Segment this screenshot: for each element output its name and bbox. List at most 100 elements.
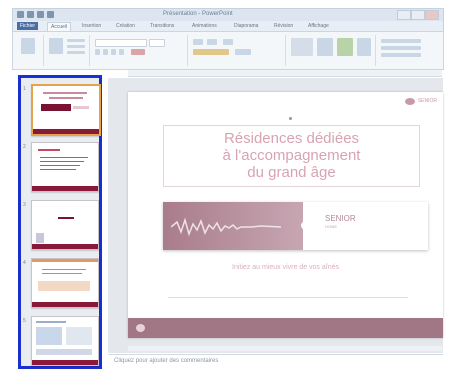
slide-editor: SENIOR Résidences dédiées à l'accompagne… <box>108 78 443 353</box>
horizontal-scrollbar[interactable] <box>128 346 442 351</box>
undo-icon[interactable] <box>27 11 34 18</box>
new-slide-icon[interactable] <box>49 38 63 54</box>
underline-icon[interactable] <box>111 49 116 55</box>
waveform-graphic <box>171 217 281 237</box>
section-icon[interactable] <box>67 51 85 54</box>
slide-thumbnail-2[interactable] <box>31 142 99 192</box>
thumb-text-line <box>40 161 84 162</box>
shapes-icon[interactable] <box>291 38 313 56</box>
clipboard-group <box>15 35 44 66</box>
save-icon[interactable] <box>17 11 24 18</box>
thumb-table <box>36 349 92 355</box>
slide-subtitle[interactable]: Initiez au mieux vivre de vos aînés <box>128 264 443 271</box>
thumb-text-line <box>40 157 88 158</box>
arrange-icon[interactable] <box>317 38 333 56</box>
thumb-footer-bar <box>32 186 98 191</box>
bullets-icon[interactable] <box>193 39 203 45</box>
maximize-button[interactable] <box>411 10 425 20</box>
tab-transitions[interactable]: Transitions <box>147 22 177 30</box>
tab-file[interactable]: Fichier <box>17 22 39 30</box>
thumb-heading-line <box>58 217 74 219</box>
quick-styles-icon[interactable] <box>337 38 353 56</box>
font-group <box>91 35 188 66</box>
notes-pane[interactable]: Cliquez pour ajouter des commentaires <box>108 354 443 369</box>
align-icon[interactable] <box>193 49 229 55</box>
slide-logo: SENIOR <box>404 98 437 105</box>
band-brand-sub: HOME <box>325 224 337 229</box>
minimize-button[interactable] <box>397 10 411 20</box>
slide-thumbnail-3[interactable] <box>31 200 99 250</box>
title-line-3: du grand âge <box>247 164 336 181</box>
paste-icon[interactable] <box>21 38 35 54</box>
band-brand-name: SENIOR <box>325 214 356 223</box>
columns-icon[interactable] <box>235 49 251 55</box>
thumb-band <box>41 104 71 111</box>
placeholder-handle <box>289 117 292 120</box>
font-size-select[interactable] <box>149 39 165 47</box>
ribbon <box>12 31 444 70</box>
thumb-box <box>38 281 90 291</box>
tab-animations[interactable]: Animations <box>189 22 220 30</box>
thumb-text-line <box>42 273 82 274</box>
tab-home[interactable]: Accueil <box>47 22 72 31</box>
numbering-icon[interactable] <box>207 39 217 45</box>
tab-design[interactable]: Création <box>113 22 138 30</box>
slides-group <box>45 35 90 66</box>
thumb-brand <box>73 106 89 109</box>
italic-icon[interactable] <box>103 49 108 55</box>
ribbon-tabs: Fichier Accueil Insertion Création Trans… <box>12 21 444 31</box>
title-placeholder[interactable]: Résidences dédiées à l'accompagnement du… <box>163 125 420 187</box>
current-slide: SENIOR Résidences dédiées à l'accompagne… <box>128 92 443 338</box>
thumb-letter-mark <box>36 233 44 243</box>
drawing-group <box>287 35 376 66</box>
paragraph-group <box>189 35 286 66</box>
tab-view[interactable]: Affichage <box>305 22 332 30</box>
title-bar: Présentation - PowerPoint <box>12 8 444 22</box>
replace-icon[interactable] <box>381 46 421 50</box>
tab-slideshow[interactable]: Diaporama <box>231 22 261 30</box>
title-line-2: à l'accompagnement <box>222 147 361 164</box>
shadow-icon[interactable] <box>119 49 124 55</box>
slide-thumbnail-5[interactable] <box>31 316 99 366</box>
thumb-title-line <box>49 97 83 99</box>
slide-footer <box>128 318 443 338</box>
brand-band[interactable]: SENIOR HOME <box>163 202 428 250</box>
slide-number: 4 <box>23 260 26 266</box>
horizontal-ruler <box>128 70 442 77</box>
bold-icon[interactable] <box>95 49 100 55</box>
logo-text: SENIOR <box>417 98 437 104</box>
layout-icon[interactable] <box>67 39 85 42</box>
thumb-footer-bar <box>32 360 98 365</box>
slides-panel: 1 2 3 4 5 <box>18 75 102 369</box>
thumb-text-line <box>40 169 76 170</box>
shape-fill-icon[interactable] <box>357 38 371 56</box>
slide-thumbnail-1[interactable] <box>31 84 101 136</box>
title-line-1: Résidences dédiées <box>223 130 360 147</box>
slide-thumbnail-4[interactable] <box>31 258 99 308</box>
logo-mark-icon <box>404 98 415 105</box>
band-photo <box>163 202 303 250</box>
slide-title[interactable]: Résidences dédiées à l'accompagnement du… <box>164 130 419 181</box>
font-color-icon[interactable] <box>131 49 145 55</box>
footer-logo-icon <box>136 324 145 332</box>
slide-number: 3 <box>23 202 26 208</box>
thumb-footer-bar <box>33 129 99 134</box>
band-logo-icon <box>301 221 311 230</box>
thumb-footer-bar <box>32 244 98 249</box>
thumb-text-line <box>42 269 86 270</box>
font-family-select[interactable] <box>95 39 147 47</box>
tab-review[interactable]: Révision <box>271 22 296 30</box>
indent-icon[interactable] <box>223 39 233 45</box>
select-icon[interactable] <box>381 53 421 57</box>
close-button[interactable] <box>425 10 439 20</box>
slide-number: 2 <box>23 144 26 150</box>
find-icon[interactable] <box>381 39 421 43</box>
reset-icon[interactable] <box>67 45 85 48</box>
tab-insert[interactable]: Insertion <box>79 22 104 30</box>
start-slideshow-icon[interactable] <box>47 11 54 18</box>
thumb-heading-line <box>36 321 66 323</box>
redo-icon[interactable] <box>37 11 44 18</box>
editing-group <box>377 35 439 66</box>
thumb-title-line <box>43 92 87 94</box>
notes-placeholder: Cliquez pour ajouter des commentaires <box>114 358 219 364</box>
